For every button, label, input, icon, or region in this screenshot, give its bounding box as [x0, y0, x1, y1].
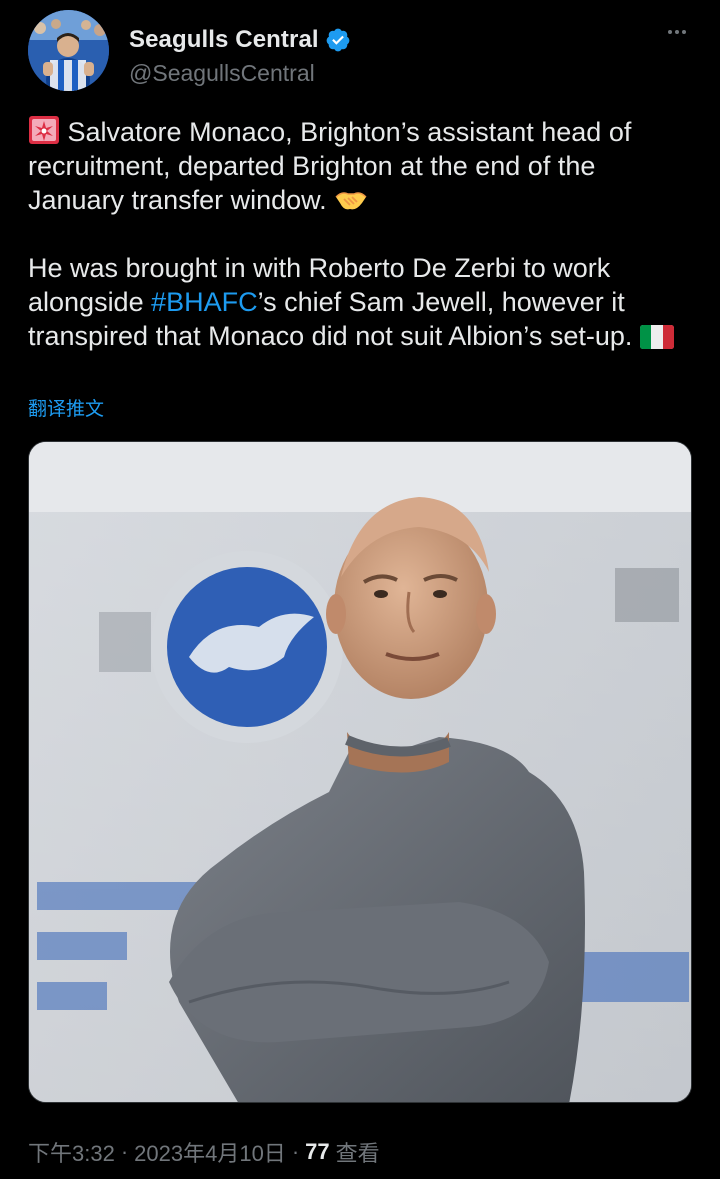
tweet-time[interactable]: 下午3:32	[28, 1136, 115, 1168]
verified-badge-icon	[326, 28, 350, 52]
photo-image	[29, 442, 691, 1102]
author-name-row[interactable]: Seagulls Central	[129, 26, 351, 54]
tweet-paragraph-1-text: Salvatore Monaco, Brighton’s assistant h…	[28, 117, 632, 215]
italy-flag-emoji	[639, 325, 674, 349]
tweet-footer: 下午3:32 · 2023年4月10日 · 77 查看	[28, 1136, 380, 1168]
views-label[interactable]: 查看	[336, 1136, 380, 1168]
footer-separator: ·	[120, 1139, 129, 1164]
tweet-date[interactable]: 2023年4月10日	[134, 1136, 286, 1168]
tweet-text: Salvatore Monaco, Brighton’s assistant h…	[28, 115, 692, 353]
tweet-paragraph-1: Salvatore Monaco, Brighton’s assistant h…	[28, 115, 692, 217]
translate-tweet-link[interactable]: 翻译推文	[28, 394, 104, 421]
tweet-media-photo[interactable]	[28, 441, 692, 1103]
footer-separator: ·	[291, 1139, 300, 1164]
views-count[interactable]: 77	[305, 1139, 329, 1165]
author-handle[interactable]: @SeagullsCentral	[129, 60, 315, 87]
police-light-emoji	[29, 116, 59, 144]
tweet-header: Seagulls Central @SeagullsCentral	[28, 10, 692, 91]
avatar[interactable]	[28, 10, 109, 91]
handshake-emoji	[335, 192, 367, 210]
more-horizontal-icon[interactable]	[662, 20, 692, 44]
avatar-image	[28, 10, 109, 91]
author-display-name[interactable]: Seagulls Central	[129, 26, 319, 54]
tweet-paragraph-2: He was brought in with Roberto De Zerbi …	[28, 251, 692, 353]
hashtag-link[interactable]: #BHAFC	[151, 287, 258, 317]
